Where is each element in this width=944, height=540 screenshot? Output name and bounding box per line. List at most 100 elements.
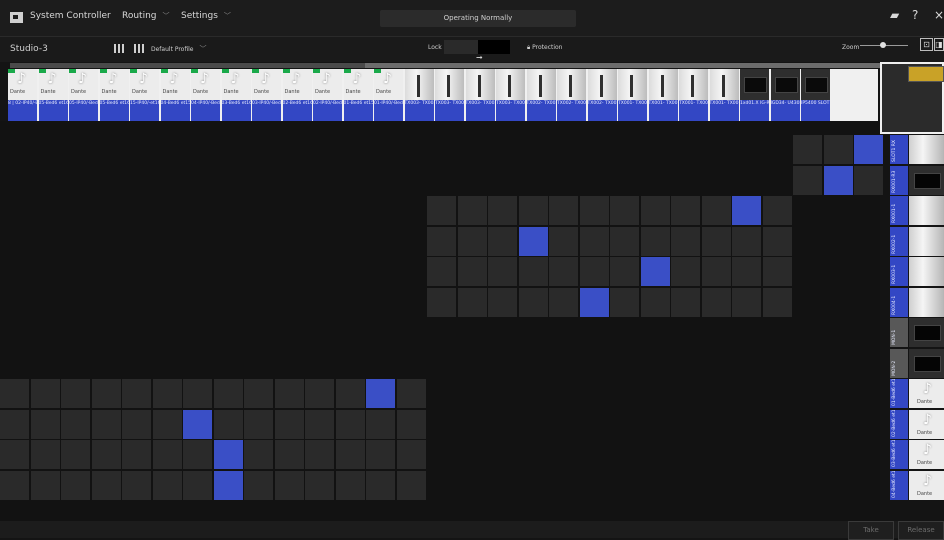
- crosspoint-cell[interactable]: [854, 135, 883, 164]
- crosspoint-cell[interactable]: [549, 257, 578, 286]
- scrollbar-thumb[interactable]: [365, 63, 885, 68]
- crosspoint-cell[interactable]: [244, 470, 273, 500]
- crosspoint-cell[interactable]: [762, 196, 792, 225]
- crosspoint-cell[interactable]: [457, 257, 487, 286]
- crosspoint-cell[interactable]: [152, 409, 182, 439]
- crosspoint-cell[interactable]: [122, 440, 151, 469]
- crosspoint-cell[interactable]: [30, 379, 60, 408]
- crosspoint-cell[interactable]: [122, 409, 151, 439]
- source-10[interactable]: ♪ Dante 02-IP40/-Bed!123: [313, 69, 343, 121]
- crosspoint-cell[interactable]: [640, 257, 670, 286]
- crosspoint-cell[interactable]: [701, 257, 731, 286]
- crosspoint-cell[interactable]: [183, 379, 212, 408]
- source-22[interactable]: TX001- TX001: [679, 69, 709, 121]
- crosspoint-cell[interactable]: [701, 196, 731, 225]
- crosspoint-cell[interactable]: [152, 470, 182, 500]
- help-icon[interactable]: ?: [912, 8, 918, 22]
- source-24[interactable]: 1xd01.X IG-R0163: [740, 69, 770, 121]
- zoom-expand-icon[interactable]: ◨: [934, 38, 944, 51]
- destination-11[interactable]: 04-Bed6 et15 ♪ Dante: [890, 470, 944, 500]
- crosspoint-cell[interactable]: [30, 440, 60, 469]
- release-button[interactable]: Release: [898, 521, 944, 540]
- crosspoint-cell[interactable]: [366, 409, 395, 439]
- crosspoint-cell[interactable]: [457, 226, 487, 256]
- destination-7[interactable]: MON-2: [890, 348, 944, 378]
- crosspoint-cell[interactable]: [823, 165, 853, 195]
- crosspoint-cell[interactable]: [183, 470, 212, 500]
- crosspoint-cell[interactable]: [0, 379, 29, 408]
- source-19[interactable]: TX002- TX002: [587, 69, 618, 121]
- destination-10[interactable]: 03-Bed6 et16 ♪ Dante: [890, 440, 944, 469]
- crosspoint-cell[interactable]: [152, 440, 182, 469]
- source-0[interactable]: ♪ Dante 8 | 02-IP40/-Bed!123: [8, 69, 38, 121]
- crosspoint-cell[interactable]: [823, 135, 853, 164]
- crosspoint-cell[interactable]: [396, 409, 426, 439]
- crosspoint-cell[interactable]: [457, 196, 487, 225]
- destination-4[interactable]: RX003-1: [890, 257, 944, 286]
- source-23[interactable]: TX001- TX001: [709, 69, 740, 121]
- destination-9[interactable]: 02-Bed6 et16 ♪ Dante: [890, 409, 944, 439]
- crosspoint-cell[interactable]: [610, 287, 639, 317]
- source-26[interactable]: IP5400 SLOT1: [801, 69, 831, 121]
- source-4[interactable]: ♪ Dante 15-IP40/-et16: [130, 69, 160, 121]
- crosspoint-cell[interactable]: [0, 470, 29, 500]
- crosspoint-cell[interactable]: [457, 287, 487, 317]
- crosspoint-cell[interactable]: [396, 470, 426, 500]
- crosspoint-cell[interactable]: [732, 257, 761, 286]
- horizontal-scrollbar[interactable]: [10, 63, 885, 68]
- destination-0[interactable]: SLOT1 RX: [890, 135, 944, 164]
- lock-slider[interactable]: [444, 40, 510, 54]
- lock-slider-knob[interactable]: [478, 40, 510, 54]
- crosspoint-cell[interactable]: [793, 165, 822, 195]
- destination-5[interactable]: RX004-1: [890, 287, 944, 317]
- crosspoint-cell[interactable]: [427, 257, 456, 286]
- crosspoint-cell[interactable]: [213, 470, 243, 500]
- crosspoint-cell[interactable]: [671, 257, 700, 286]
- crosspoint-cell[interactable]: [640, 226, 670, 256]
- crosspoint-cell[interactable]: [91, 470, 121, 500]
- crosspoint-cell[interactable]: [427, 226, 456, 256]
- crosspoint-cell[interactable]: [518, 226, 548, 256]
- crosspoint-cell[interactable]: [488, 226, 517, 256]
- crosspoint-cell[interactable]: [579, 287, 609, 317]
- crosspoint-cell[interactable]: [732, 226, 761, 256]
- crosspoint-cell[interactable]: [30, 409, 60, 439]
- crosspoint-cell[interactable]: [671, 226, 700, 256]
- list-view-icon[interactable]: [134, 44, 144, 53]
- crosspoint-cell[interactable]: [854, 165, 883, 195]
- crosspoint-cell[interactable]: [213, 409, 243, 439]
- crosspoint-cell[interactable]: [274, 470, 304, 500]
- crosspoint-cell[interactable]: [183, 440, 212, 469]
- crosspoint-cell[interactable]: [244, 440, 273, 469]
- crosspoint-cell[interactable]: [579, 196, 609, 225]
- crosspoint-cell[interactable]: [427, 287, 456, 317]
- protection-toggle[interactable]: 🔒︎ Protection: [527, 44, 562, 52]
- source-2[interactable]: ♪ Dante 05-IP40/-Bed!123: [69, 69, 99, 121]
- crosspoint-cell[interactable]: [91, 409, 121, 439]
- crosspoint-cell[interactable]: [0, 409, 29, 439]
- crosspoint-cell[interactable]: [274, 379, 304, 408]
- crosspoint-cell[interactable]: [61, 409, 90, 439]
- crosspoint-cell[interactable]: [610, 257, 639, 286]
- crosspoint-cell[interactable]: [396, 379, 426, 408]
- source-6[interactable]: ♪ Dante 04-IP40/-Bed!123: [191, 69, 221, 121]
- zoom-fit-icon[interactable]: ⊡: [920, 38, 933, 51]
- crosspoint-cell[interactable]: [549, 226, 578, 256]
- crosspoint-cell[interactable]: [335, 470, 365, 500]
- source-9[interactable]: ♪ Dante 02-Bed6 et16: [282, 69, 313, 121]
- notification-icon[interactable]: ▰: [890, 8, 899, 22]
- crosspoint-cell[interactable]: [91, 379, 121, 408]
- crosspoint-cell[interactable]: [244, 379, 273, 408]
- source-15[interactable]: TX003- TX003: [465, 69, 496, 121]
- destination-2[interactable]: RX001-1: [890, 196, 944, 225]
- crosspoint-cell[interactable]: [274, 409, 304, 439]
- crosspoint-cell[interactable]: [61, 470, 90, 500]
- source-5[interactable]: ♪ Dante 04-Bed6 et15: [160, 69, 191, 121]
- crosspoint-cell[interactable]: [396, 440, 426, 469]
- crosspoint-cell[interactable]: [671, 196, 700, 225]
- crosspoint-cell[interactable]: [793, 135, 822, 164]
- close-icon[interactable]: ×: [934, 8, 944, 22]
- crosspoint-cell[interactable]: [0, 440, 29, 469]
- crosspoint-cell[interactable]: [732, 287, 761, 317]
- source-14[interactable]: TX003- TX003: [435, 69, 465, 121]
